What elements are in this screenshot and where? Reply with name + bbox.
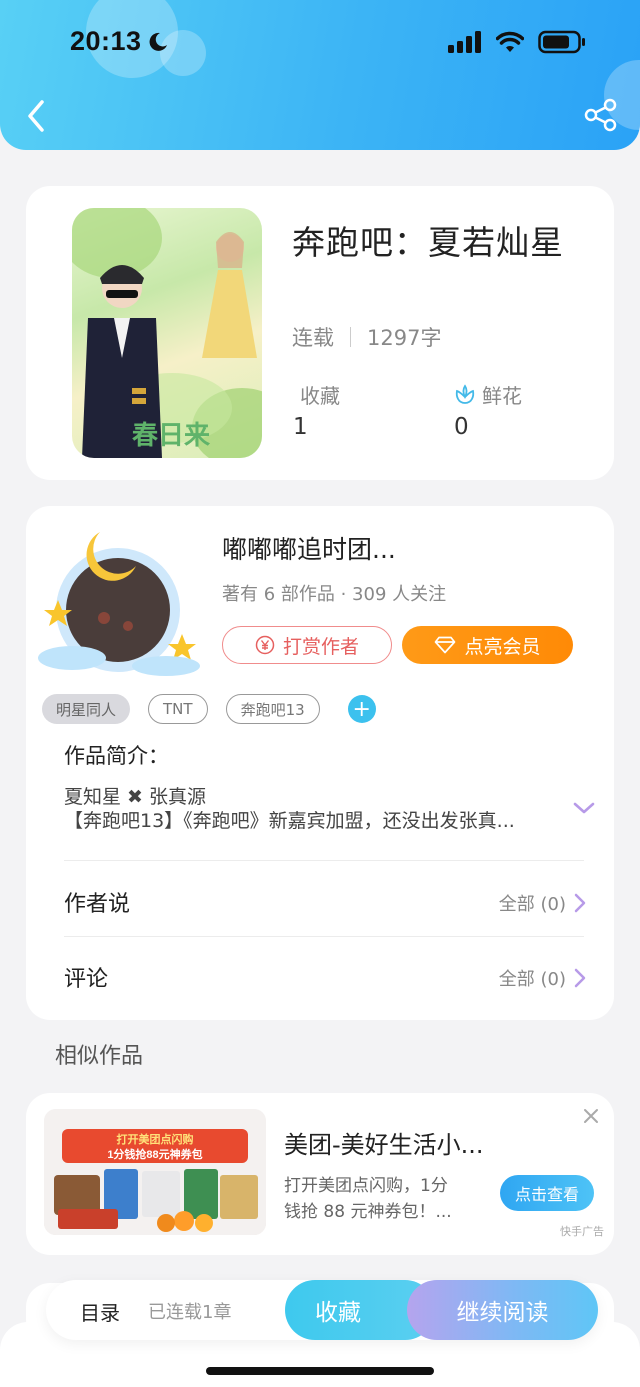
reward-author-label: 打赏作者: [282, 635, 359, 658]
book-info-card: 春日来 奔跑吧：夏若灿星 连载 1297字 收藏 1 鲜花 0: [26, 186, 614, 480]
book-word-count: 1297字: [367, 326, 442, 350]
cover-caption: 春日来: [132, 421, 211, 451]
ad-image[interactable]: 打开美团点闪购 1分钱抢88元神券包: [44, 1109, 266, 1235]
chevron-right-icon: [574, 968, 586, 988]
vip-label: 点亮会员: [464, 635, 541, 658]
add-tag-button[interactable]: +: [347, 695, 376, 723]
moon-icon: [149, 32, 167, 51]
cover-illustration: 春日来: [72, 208, 262, 458]
status-time: 20:13: [70, 26, 142, 56]
book-meta: 连载 1297字: [292, 322, 441, 352]
author-summary: 著有 6 部作品 · 309 人关注: [222, 584, 447, 605]
tag-item[interactable]: 明星同人: [42, 694, 131, 724]
author-says-all-button[interactable]: 全部 (0): [499, 890, 586, 916]
share-icon[interactable]: [584, 98, 618, 132]
flowers-label: 鲜花: [482, 384, 522, 408]
tag-list: 明星同人 TNT 奔跑吧13 +: [42, 694, 376, 724]
comments-label: 评论: [64, 967, 109, 992]
comments-count: 全部 (0): [498, 969, 566, 990]
book-status: 连载: [292, 326, 334, 350]
ad-description-line2: 钱抢 88 元神券包！...: [284, 1202, 452, 1222]
ad-source-label: 快手广告: [560, 1225, 604, 1238]
ad-description-line1: 打开美团点闪购，1分: [284, 1176, 448, 1196]
author-avatar[interactable]: [32, 518, 200, 678]
wifi-icon: [496, 31, 524, 52]
ad-card[interactable]: 打开美团点闪购 1分钱抢88元神券包 美团-美好生活小... 打开美团点闪购，1…: [26, 1093, 614, 1255]
status-icons: [448, 30, 586, 54]
comments-all-button[interactable]: 全部 (0): [499, 965, 586, 991]
close-icon[interactable]: [582, 1107, 600, 1125]
battery-icon: [538, 30, 585, 54]
author-says-label: 作者说: [64, 892, 131, 917]
intro-text-line1: 夏知星 ✖ 张真源: [64, 786, 206, 808]
flower-icon: [455, 383, 475, 404]
header: 20:13: [0, 0, 640, 150]
back-button[interactable]: [22, 96, 52, 136]
chapter-count: 已连载1章: [148, 1302, 232, 1323]
continue-reading-button[interactable]: 继续阅读: [407, 1280, 598, 1340]
book-title: 奔跑吧：夏若灿星: [292, 223, 564, 262]
tag-item[interactable]: 奔跑吧13: [225, 694, 320, 724]
ad-banner-line1: 打开美团点闪购: [117, 1132, 194, 1146]
home-indicator[interactable]: [206, 1367, 434, 1375]
intro-text-line2: 【奔跑吧13】《奔跑吧》新嘉宾加盟，还没出发张真...: [64, 810, 515, 832]
ad-banner-illustration: 打开美团点闪购 1分钱抢88元神券包: [44, 1109, 266, 1235]
book-cover[interactable]: 春日来: [72, 208, 262, 458]
author-name[interactable]: 嘟嘟嘟追时团...: [222, 530, 396, 566]
flowers-count: 0: [454, 414, 469, 440]
divider: [64, 860, 584, 861]
meta-divider: [350, 327, 351, 347]
author-says-count: 全部 (0): [498, 894, 566, 915]
flowers-button[interactable]: 鲜花: [454, 380, 522, 409]
signal-icon: [448, 31, 481, 53]
toc-button[interactable]: 目录: [80, 1297, 120, 1326]
ad-title: 美团-美好生活小...: [284, 1131, 484, 1159]
favorites-count: 1: [293, 414, 308, 440]
similar-works-title: 相似作品: [55, 1044, 144, 1069]
reward-author-button[interactable]: 打赏作者: [222, 626, 392, 664]
divider: [64, 936, 584, 937]
expand-chevron-icon[interactable]: [572, 800, 596, 816]
diamond-icon: [435, 636, 456, 654]
yen-coin-icon: [255, 635, 275, 655]
author-card: 嘟嘟嘟追时团... 著有 6 部作品 · 309 人关注 打赏作者 点亮会员 明…: [26, 506, 614, 1020]
tag-item[interactable]: TNT: [148, 694, 208, 724]
ad-view-button[interactable]: 点击查看: [500, 1175, 594, 1211]
chevron-right-icon: [574, 893, 586, 913]
intro-title: 作品简介：: [64, 744, 169, 768]
ad-banner-line2: 1分钱抢88元神券包: [107, 1147, 202, 1161]
vip-button[interactable]: 点亮会员: [402, 626, 573, 664]
favorites-label: 收藏: [300, 384, 340, 408]
